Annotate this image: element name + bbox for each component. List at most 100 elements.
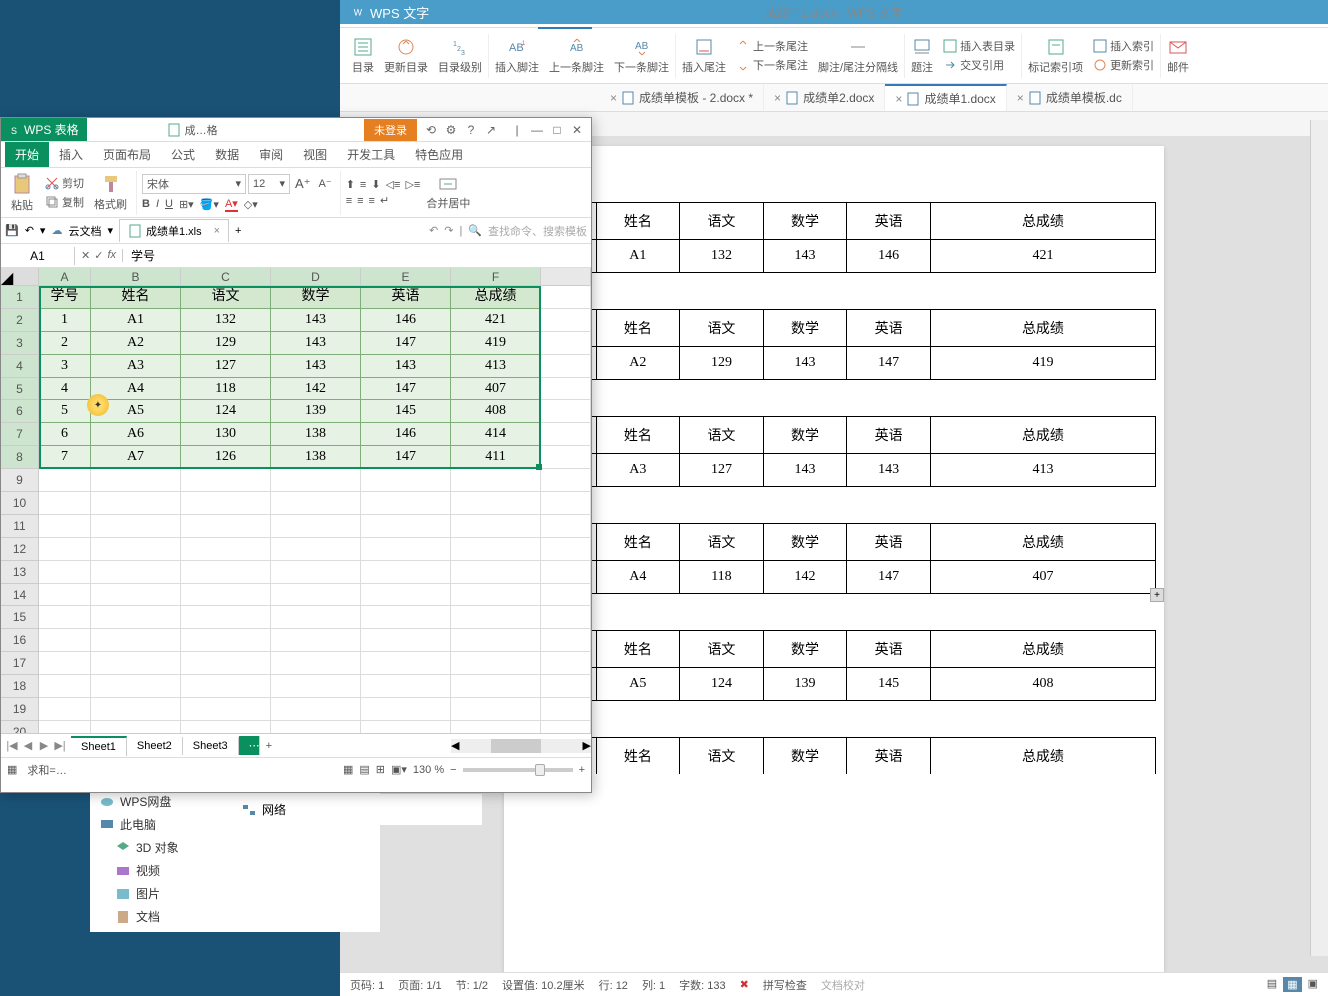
cell[interactable] [39,721,91,733]
bold-button[interactable]: B [142,198,150,210]
column-header[interactable]: F [451,268,541,285]
table-cell[interactable]: 147 [847,561,931,594]
table-cell[interactable]: 143 [763,454,847,487]
merge-center-button[interactable]: 合并居中 [422,173,474,213]
prev-endnote-button[interactable]: 上一条尾注 [732,37,812,55]
table-cell[interactable]: 147 [847,347,931,380]
menu-special[interactable]: 特色应用 [405,142,473,167]
cell[interactable]: 3 [39,355,91,378]
row-header[interactable]: 20 [1,721,39,733]
cell[interactable] [361,629,451,652]
table-cell[interactable]: 143 [763,240,847,273]
menu-formula[interactable]: 公式 [161,142,205,167]
cell[interactable] [91,492,181,515]
cell[interactable]: 7 [39,446,91,469]
cell[interactable] [91,675,181,698]
cell[interactable] [91,721,181,733]
cell[interactable] [271,515,361,538]
cell[interactable] [271,538,361,561]
note-separator-button[interactable]: 脚注/尾注分隔线 [814,35,902,77]
cell[interactable]: 数学 [271,286,361,309]
fx-icon[interactable]: fx [107,249,116,262]
next-endnote-button[interactable]: 下一条尾注 [732,56,812,74]
cell[interactable] [361,538,451,561]
help-icon[interactable]: ? [463,123,479,137]
table-header-cell[interactable]: 数学 [763,310,847,347]
border-button[interactable]: ⊞▾ [179,198,194,211]
toc-level-button[interactable]: 123 目录级别 [434,35,486,77]
paste-button[interactable]: 粘贴 [5,173,39,213]
table-cell[interactable]: 143 [847,454,931,487]
cell[interactable] [181,629,271,652]
table-header-cell[interactable]: 姓名 [596,524,680,561]
cell[interactable]: 6 [39,423,91,446]
cell[interactable]: 127 [181,355,271,378]
explorer-videos[interactable]: 视频 [94,859,376,882]
score-table[interactable]: 学号姓名语文数学英语总成绩5A5124139145408 [512,630,1156,701]
menu-start[interactable]: 开始 [5,142,49,167]
cell[interactable] [271,652,361,675]
row-header[interactable]: 3 [1,332,39,355]
cell[interactable] [181,698,271,721]
table-header-cell[interactable]: 英语 [847,203,931,240]
cross-ref-button[interactable]: 交叉引用 [939,56,1019,74]
cell[interactable]: 408 [451,400,541,423]
table-header-cell[interactable]: 总成绩 [930,203,1155,240]
cell[interactable] [181,561,271,584]
menu-insert[interactable]: 插入 [49,142,93,167]
table-header-cell[interactable]: 英语 [847,310,931,347]
column-header[interactable]: E [361,268,451,285]
table-header-cell[interactable]: 语文 [680,524,764,561]
cell[interactable]: 132 [181,309,271,332]
table-header-cell[interactable]: 数学 [763,417,847,454]
cell[interactable]: 2 [39,332,91,355]
cell[interactable] [39,515,91,538]
cell[interactable]: 411 [451,446,541,469]
cell[interactable] [91,652,181,675]
menu-review[interactable]: 审阅 [249,142,293,167]
cell[interactable] [451,652,541,675]
cell[interactable] [361,515,451,538]
explorer-pictures[interactable]: 图片 [94,882,376,905]
cell[interactable]: 146 [361,423,451,446]
sync-icon[interactable]: ⟲ [423,123,439,137]
row-header[interactable]: 10 [1,492,39,515]
close-icon[interactable]: × [895,92,902,106]
row-header[interactable]: 8 [1,446,39,469]
table-header-cell[interactable]: 语文 [680,203,764,240]
cell[interactable]: 413 [451,355,541,378]
cell[interactable] [451,584,541,607]
row-header[interactable]: 12 [1,538,39,561]
format-painter-button[interactable]: 格式刷 [90,172,131,214]
table-cell[interactable]: 146 [847,240,931,273]
column-header[interactable]: D [271,268,361,285]
cell[interactable]: 5 [39,400,91,423]
status-spell[interactable]: 拼写检查 [763,977,807,993]
cell[interactable] [91,606,181,629]
table-header-cell[interactable]: 语文 [680,310,764,347]
cell[interactable]: 姓名 [91,286,181,309]
update-toc-button[interactable]: 更新目录 [380,35,432,77]
row-header[interactable]: 7 [1,423,39,446]
table-cell[interactable]: 129 [680,347,764,380]
maximize-icon[interactable]: □ [549,123,565,137]
table-cell[interactable]: A4 [596,561,680,594]
cell[interactable] [271,469,361,492]
cell[interactable] [361,561,451,584]
table-header-cell[interactable]: 语文 [680,631,764,668]
menu-layout[interactable]: 页面布局 [93,142,161,167]
spreadsheet-grid[interactable]: ◢ ABCDEF 1234567891011121314151617181920… [1,268,591,733]
row-header[interactable]: 11 [1,515,39,538]
table-cell[interactable]: 408 [930,668,1155,701]
name-box[interactable]: A1 [1,247,75,265]
more-sheets-icon[interactable]: ⋯ [239,736,260,755]
table-cell[interactable]: 127 [680,454,764,487]
h-scrollbar[interactable]: ◀ ▶ [451,739,591,753]
row-header[interactable]: 17 [1,652,39,675]
cloud-icon[interactable]: ☁ [51,224,62,237]
cancel-icon[interactable]: ✕ [81,249,90,262]
cell[interactable]: 147 [361,378,451,401]
cut-button[interactable]: 剪切 [41,174,88,192]
score-table[interactable]: 学号姓名语文数学英语总成绩4A4118142147407 [512,523,1156,594]
menu-devtools[interactable]: 开发工具 [337,142,405,167]
